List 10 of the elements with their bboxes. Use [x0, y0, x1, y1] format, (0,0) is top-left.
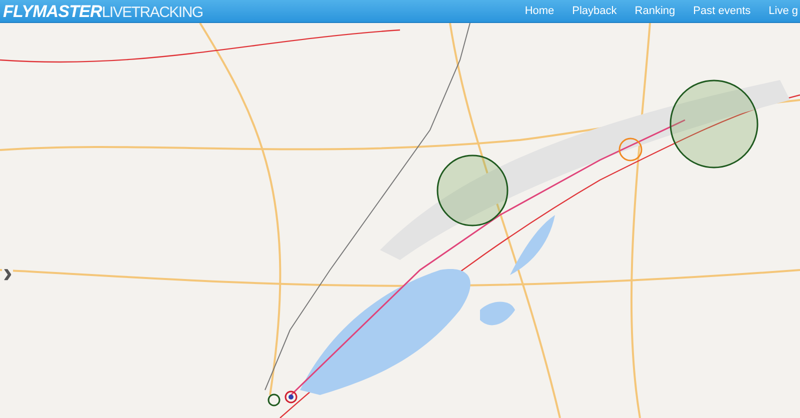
logo-brand: FLYMASTER	[3, 2, 102, 20]
nav-link[interactable]: Live g	[768, 2, 798, 20]
nav-link[interactable]: Playback	[572, 2, 617, 20]
logo-product: LIVETRACKING	[102, 4, 203, 20]
nav-link[interactable]: Home	[524, 2, 554, 20]
pilot-marker	[284, 390, 298, 404]
turnpoint-cylinder	[618, 137, 643, 162]
nav-link[interactable]: Ranking	[634, 2, 676, 20]
turnpoint-cylinder	[267, 393, 281, 407]
nav-link[interactable]: Past events	[693, 2, 751, 20]
